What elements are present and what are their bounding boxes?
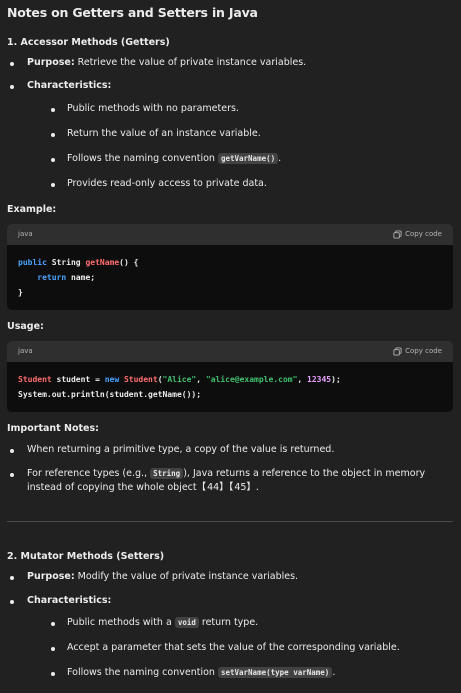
code-token: "Alice" (162, 375, 197, 384)
code-token: public (18, 257, 47, 267)
code-language: java (18, 347, 33, 356)
code-token: name; (66, 272, 96, 282)
code-token: Student (119, 375, 158, 384)
naming-text: Follows the naming convention (67, 153, 218, 164)
list-item: Purpose: Modify the value of private ins… (7, 570, 453, 584)
notes-list: When returning a primitive type, a copy … (7, 443, 453, 495)
code-token: new (104, 375, 120, 384)
code-token: Student (18, 375, 52, 384)
list-item: For reference types (e.g., String), Java… (7, 467, 453, 496)
code-token: System.out.println(student.getName()); (18, 390, 202, 399)
copy-code-button[interactable]: Copy code (393, 229, 442, 240)
list-item: Follows the naming convention getVarName… (27, 152, 453, 166)
item-text: Follows the naming convention (67, 667, 218, 679)
example-label: Example: (7, 203, 57, 215)
characteristics-label: Characteristics: (27, 594, 112, 606)
inline-code: void (174, 616, 199, 628)
list-item: Public methods with a void return type. (27, 616, 453, 630)
page-title: Notes on Getters and Setters in Java (7, 5, 258, 20)
usage-label: Usage: (7, 320, 44, 332)
chat-message: Notes on Getters and Setters in Java 1. … (0, 0, 461, 681)
inline-code: String (150, 467, 184, 479)
inline-code: setVarName(type varName) (217, 667, 333, 679)
item-text: return type. (198, 616, 259, 628)
item-text: Public methods with a (67, 616, 175, 628)
code-content: Student student = new Student("Alice", "… (7, 362, 453, 412)
code-block-example: java Copy code public String getName() {… (7, 223, 453, 310)
code-token: student = (51, 375, 105, 384)
item-text: . (332, 667, 336, 679)
getters-characteristics-list: Public methods with no parameters. Retur… (27, 102, 453, 192)
list-item: Purpose: Retrieve the value of private i… (7, 56, 453, 70)
code-token: 12345 (307, 375, 332, 384)
list-item: When returning a primitive type, a copy … (7, 443, 453, 457)
note-text: For reference types (e.g., (27, 467, 151, 479)
copy-icon (393, 230, 402, 239)
code-token: String (46, 257, 86, 267)
copy-code-button[interactable]: Copy code (393, 346, 442, 357)
copy-icon (393, 347, 402, 356)
notes-label: Important Notes: (7, 423, 99, 434)
getters-list: Purpose: Retrieve the value of private i… (7, 56, 453, 192)
code-token: } (18, 287, 23, 297)
list-item: Follows the naming convention setVarName… (27, 666, 453, 680)
copy-code-label: Copy code (405, 347, 442, 356)
code-token: ); (331, 375, 341, 384)
purpose-text: Modify the value of private instance var… (74, 571, 299, 583)
code-token: , (196, 375, 206, 384)
code-block-usage: java Copy code Student student = new Stu… (7, 341, 453, 412)
code-block-header: java Copy code (7, 341, 453, 362)
code-token: getName (85, 257, 120, 267)
getters-heading: 1. Accessor Methods (Getters) (7, 36, 170, 48)
code-token: "alice@example.com" (205, 375, 298, 384)
code-block-header: java Copy code (7, 223, 453, 245)
setters-heading: 2. Mutator Methods (Setters) (7, 551, 165, 562)
divider (7, 521, 453, 522)
list-item: Public methods with no parameters. (27, 102, 453, 116)
code-token: , (297, 375, 308, 384)
inline-code: getVarName() (217, 153, 279, 164)
code-token: return (37, 272, 67, 282)
setters-list: Purpose: Modify the value of private ins… (7, 570, 453, 680)
list-item: Characteristics: Public methods with a v… (7, 594, 453, 681)
naming-suffix: . (278, 153, 282, 164)
list-item: Characteristics: Public methods with no … (7, 79, 453, 191)
list-item: Return the value of an instance variable… (27, 127, 453, 141)
purpose-label: Purpose: (27, 57, 75, 68)
setters-characteristics-list: Public methods with a void return type. … (27, 616, 453, 681)
code-language: java (18, 230, 33, 238)
purpose-text: Retrieve the value of private instance v… (74, 57, 307, 68)
characteristics-label: Characteristics: (27, 80, 112, 92)
code-token: () { (119, 257, 139, 267)
purpose-label: Purpose: (27, 571, 75, 583)
list-item: Provides read-only access to private dat… (27, 177, 453, 191)
code-content: public String getName() { return name; } (7, 245, 453, 310)
list-item: Accept a parameter that sets the value o… (27, 641, 453, 655)
copy-code-label: Copy code (405, 230, 442, 238)
